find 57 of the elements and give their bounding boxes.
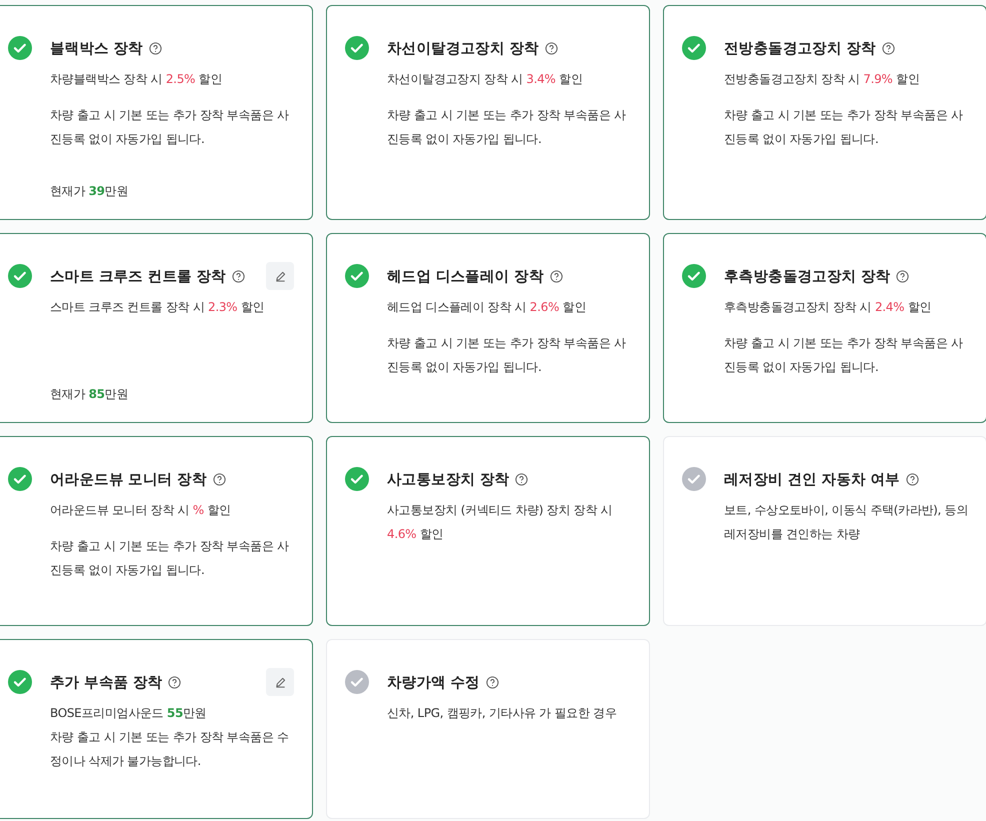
description-text: 차량 출고 시 기본 또는 추가 장착 부속품은 수정이나 삭제가 불가능합니다. xyxy=(50,729,290,770)
discount-text: 어라운드뷰 모니터 장착 시 % 할인 xyxy=(50,502,232,519)
help-icon[interactable] xyxy=(906,472,919,486)
pencil-icon xyxy=(274,676,286,688)
option-card[interactable]: 추가 부속품 장착 BOSE프리미엄사운드 55만원 차량 출고 시 기본 또는 추가 장착 부속품은 수정이나 삭제가 불가능합니다. xyxy=(0,639,313,819)
discount-text: 차량블랙박스 장착 시 2.5% 할인 xyxy=(50,71,224,88)
help-icon[interactable] xyxy=(550,270,562,282)
help-icon[interactable] xyxy=(882,42,895,54)
help-icon[interactable] xyxy=(896,270,910,282)
discount-text: 후측방충돌경고장치 장착 시 2.4% 할인 xyxy=(724,299,932,316)
help-icon[interactable] xyxy=(212,472,226,486)
option-card[interactable]: 차량가액 수정 신차, LPG, 캠핑카, 기타사유 가 필요한 경우 xyxy=(326,639,650,819)
card-title: 추가 부속품 장착 xyxy=(50,674,162,692)
card-title: 헤드업 디스플레이 장착 xyxy=(387,268,544,286)
price-text: 현재가 85만원 xyxy=(50,386,130,403)
edit-button[interactable] xyxy=(266,262,294,290)
description-text: 차량 출고 시 기본 또는 추가 장착 부속품은 사진등록 없이 자동가입 됩니다. xyxy=(387,335,627,376)
card-title: 후측방충돌경고장치 장착 xyxy=(724,268,890,286)
help-icon[interactable] xyxy=(232,270,245,282)
card-title: 스마트 크루즈 컨트롤 장착 xyxy=(50,268,226,286)
card-title: 사고통보장치 장착 xyxy=(387,470,510,488)
help-icon[interactable] xyxy=(486,676,499,688)
description-text: 차량 출고 시 기본 또는 추가 장착 부속품은 사진등록 없이 자동가입 됩니다. xyxy=(50,538,290,579)
option-card[interactable]: 스마트 크루즈 컨트롤 장착 스마트 크루즈 컨트롤 장착 시 2.3% 할인 현재가 85만원 xyxy=(0,233,313,423)
edit-button[interactable] xyxy=(266,668,294,696)
price-text: BOSE프리미엄사운드 55만원 xyxy=(50,705,208,722)
card-title: 전방충돌경고장치 장착 xyxy=(724,40,876,58)
help-icon[interactable] xyxy=(515,472,528,486)
option-card[interactable]: 사고통보장치 장착 사고통보장치 (커넥티드 차량) 장치 장착 시 4.6% 할인 xyxy=(326,436,650,626)
option-card[interactable]: 헤드업 디스플레이 장착 헤드업 디스플레이 장착 시 2.6% 할인 차량 출고 시 기본 또는 추가 장착 부속품은 사진등록 없이 자동가입 됩니다. xyxy=(326,233,650,423)
discount-text: 차선이탈경고장지 장착 시 3.4% 할인 xyxy=(387,71,584,88)
card-title: 차량가액 수정 xyxy=(387,674,480,692)
discount-text: 사고통보장치 (커넥티드 차량) 장치 장착 시 4.6% 할인 xyxy=(387,502,614,543)
card-title: 블랙박스 장착 xyxy=(50,40,143,58)
help-icon[interactable] xyxy=(544,42,558,54)
pencil-icon xyxy=(274,270,286,282)
card-title: 어라운드뷰 모니터 장착 xyxy=(50,470,206,488)
description-text: 차량 출고 시 기본 또는 추가 장착 부속품은 사진등록 없이 자동가입 됩니다. xyxy=(724,107,964,148)
help-icon[interactable] xyxy=(168,676,182,688)
option-card[interactable]: 차선이탈경고장치 장착 차선이탈경고장지 장착 시 3.4% 할인 차량 출고 시 기본 또는 추가 장착 부속품은 사진등록 없이 자동가입 됩니다. xyxy=(326,5,650,220)
help-icon[interactable] xyxy=(148,42,162,54)
card-title: 차선이탈경고장치 장착 xyxy=(387,40,539,58)
discount-text: 스마트 크루즈 컨트롤 장착 시 2.3% 할인 xyxy=(50,299,266,316)
card-title: 레저장비 견인 자동차 여부 xyxy=(724,470,900,488)
description-text: 보트, 수상오토바이, 이동식 주택(카라반), 등의 레저장비를 견인하는 차량 xyxy=(724,502,968,543)
description-text: 차량 출고 시 기본 또는 추가 장착 부속품은 사진등록 없이 자동가입 됩니다. xyxy=(50,107,290,148)
option-card[interactable]: 전방충돌경고장치 장착 전방충돌경고장치 장착 시 7.9% 할인 차량 출고 시 기본 또는 추가 장착 부속품은 사진등록 없이 자동가입 됩니다. xyxy=(663,5,986,220)
option-card[interactable]: 블랙박스 장착 차량블랙박스 장착 시 2.5% 할인 차량 출고 시 기본 또는 추가 장착 부속품은 사진등록 없이 자동가입 됩니다. 현재가 39만원 xyxy=(0,5,313,220)
discount-text: 헤드업 디스플레이 장착 시 2.6% 할인 xyxy=(387,299,587,316)
description-text: 차량 출고 시 기본 또는 추가 장착 부속품은 사진등록 없이 자동가입 됩니다. xyxy=(387,107,627,148)
description-text: 차량 출고 시 기본 또는 추가 장착 부속품은 사진등록 없이 자동가입 됩니다. xyxy=(724,335,964,376)
price-text: 현재가 39만원 xyxy=(50,183,130,200)
option-card[interactable]: 후측방충돌경고장치 장착 후측방충돌경고장치 장착 시 2.4% 할인 차량 출고 시 기본 또는 추가 장착 부속품은 사진등록 없이 자동가입 됩니다. xyxy=(663,233,986,423)
option-card[interactable]: 어라운드뷰 모니터 장착 어라운드뷰 모니터 장착 시 % 할인 차량 출고 시 기본 또는 추가 장착 부속품은 사진등록 없이 자동가입 됩니다. xyxy=(0,436,313,626)
description-text: 신차, LPG, 캠핑카, 기타사유 가 필요한 경우 xyxy=(387,705,618,722)
discount-text: 전방충돌경고장치 장착 시 7.9% 할인 xyxy=(724,71,920,88)
option-card[interactable]: 레저장비 견인 자동차 여부 보트, 수상오토바이, 이동식 주택(카라반), 등의 레저장비를 견인하는 차량 xyxy=(663,436,986,626)
